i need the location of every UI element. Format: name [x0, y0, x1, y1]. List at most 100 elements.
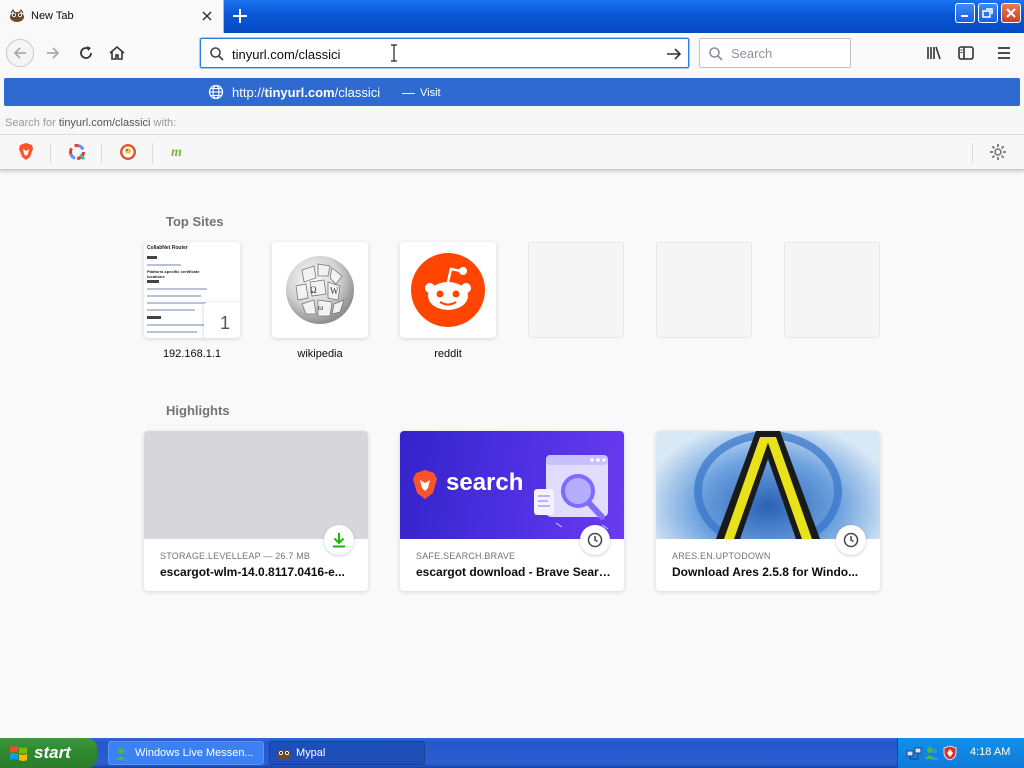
autocomplete-visit-row[interactable]: http://tinyurl.com/classici — Visit	[4, 78, 1020, 106]
search-with-label: Search for tinyurl.com/classici with:	[5, 117, 177, 129]
card-context: SAFE.SEARCH.BRAVE	[416, 551, 516, 561]
security-shield-icon[interactable]	[942, 745, 958, 761]
start-label: start	[34, 743, 71, 762]
taskbar-item-mypal[interactable]: Mypal	[269, 741, 425, 765]
search-input[interactable]	[731, 46, 841, 61]
one-off-search-engines: m	[0, 134, 1024, 169]
restore-button[interactable]	[978, 3, 998, 23]
search-settings-gear-icon[interactable]	[988, 142, 1008, 162]
top-site-reddit[interactable]: reddit	[400, 242, 496, 360]
minimize-icon	[961, 15, 968, 17]
thumbnail-heading: CollabNet Router	[147, 245, 188, 251]
search-icon	[210, 47, 224, 61]
messenger-icon	[116, 748, 130, 761]
start-button[interactable]: start	[0, 738, 97, 768]
top-site-empty-slot[interactable]	[528, 242, 624, 338]
mypal-favicon-icon	[10, 9, 24, 22]
highlight-card[interactable]: search SAFE.SEARCH.BRAVE escargot downlo…	[400, 431, 624, 591]
top-site-empty-slot[interactable]	[656, 242, 752, 338]
top-sites-title: Top Sites	[166, 214, 224, 229]
url-input[interactable]	[232, 45, 652, 63]
card-context: STORAGE.LEVELLEAP — 26.7 MB	[160, 551, 311, 561]
taskbar: start Windows Live Messen... Mypal 4:18 …	[0, 738, 1024, 768]
card-context: ARES.EN.UPTODOWN	[672, 551, 771, 561]
system-tray: 4:18 AM	[897, 738, 1024, 768]
duckduckgo-icon[interactable]	[117, 141, 139, 163]
ares-logo-icon	[694, 431, 842, 539]
task-label: Mypal	[296, 747, 326, 759]
sidebar-button[interactable]	[952, 39, 980, 67]
site-thumbnail: CollabNet Router Platform-specific certi…	[144, 242, 240, 338]
tab-new-tab[interactable]: New Tab	[0, 0, 224, 33]
windows-flag-icon	[10, 746, 27, 761]
menu-button[interactable]	[990, 39, 1018, 67]
site-thumbnail	[400, 242, 496, 338]
home-icon	[109, 45, 125, 60]
card-title: escargot download - Brave Search	[416, 565, 612, 579]
card-type-badge	[836, 525, 866, 555]
brave-lion-icon	[413, 470, 437, 499]
hamburger-menu-icon	[998, 47, 1010, 59]
brave-search-wordmark: search	[446, 469, 524, 496]
forward-button[interactable]	[39, 39, 67, 67]
thumbnail-lines-top	[147, 256, 213, 271]
mypal-icon	[277, 750, 291, 760]
engine-divider	[972, 143, 973, 163]
site-label: 192.168.1.1	[162, 348, 222, 360]
reload-button[interactable]	[72, 39, 100, 67]
url-bar[interactable]	[200, 38, 689, 68]
engine-divider	[152, 143, 153, 163]
card-image-ares-logo	[656, 431, 880, 539]
library-icon	[927, 46, 941, 60]
site-label: reddit	[434, 348, 462, 360]
library-button[interactable]	[920, 39, 948, 67]
empty-site-placeholder	[784, 242, 880, 338]
go-arrow-icon[interactable]	[665, 45, 683, 63]
close-icon	[1006, 8, 1016, 18]
highlight-card[interactable]: ARES.EN.UPTODOWN Download Ares 2.5.8 for…	[656, 431, 880, 591]
qwant-icon[interactable]	[66, 141, 88, 163]
top-site-wikipedia[interactable]: Ω W ω wikipedia	[272, 242, 368, 360]
autocomplete-separator: —	[402, 85, 415, 100]
card-type-badge	[324, 525, 354, 555]
minimize-button[interactable]	[955, 3, 975, 23]
card-title: escargot-wlm-14.0.8117.0416-e...	[160, 565, 345, 579]
engine-divider	[101, 143, 102, 163]
close-tab-icon[interactable]	[200, 9, 214, 23]
navigation-toolbar	[0, 33, 1024, 73]
card-image-placeholder	[144, 431, 368, 539]
search-bar[interactable]	[699, 38, 851, 68]
reddit-icon	[411, 253, 485, 327]
card-image-brave-search: search	[400, 431, 624, 539]
svg-text:ω: ω	[318, 303, 323, 312]
close-window-button[interactable]	[1001, 3, 1021, 23]
pinned-site-badge: 1	[204, 302, 240, 338]
tab-strip: New Tab	[0, 0, 1024, 33]
sidebar-icon	[958, 46, 974, 60]
brave-icon[interactable]	[15, 141, 37, 163]
search-illustration-icon	[534, 455, 609, 530]
search-icon	[709, 47, 723, 61]
site-label: wikipedia	[297, 348, 343, 360]
text-cursor-icon	[391, 44, 397, 62]
clock-icon	[587, 532, 603, 548]
forward-arrow-icon	[47, 47, 60, 59]
site-thumbnail: Ω W ω	[272, 242, 368, 338]
highlight-card[interactable]: STORAGE.LEVELLEAP — 26.7 MB escargot-wlm…	[144, 431, 368, 591]
back-button[interactable]	[6, 39, 34, 67]
home-button[interactable]	[103, 39, 131, 67]
network-icon[interactable]	[906, 745, 922, 761]
taskbar-item-messenger[interactable]: Windows Live Messen...	[108, 741, 264, 765]
card-title: Download Ares 2.5.8 for Windo...	[672, 565, 859, 579]
globe-icon	[208, 84, 224, 100]
top-site-192-168-1-1[interactable]: CollabNet Router Platform-specific certi…	[144, 242, 240, 360]
download-icon	[333, 533, 345, 548]
top-site-empty-slot[interactable]	[784, 242, 880, 338]
mojeek-icon[interactable]: m	[168, 141, 190, 163]
messenger-status-icon[interactable]	[924, 745, 940, 761]
new-tab-plus-icon[interactable]	[229, 5, 251, 27]
clock-icon	[843, 532, 859, 548]
wikipedia-globe-icon: Ω W ω	[286, 256, 354, 324]
engine-divider	[50, 143, 51, 163]
back-arrow-icon	[13, 47, 26, 59]
